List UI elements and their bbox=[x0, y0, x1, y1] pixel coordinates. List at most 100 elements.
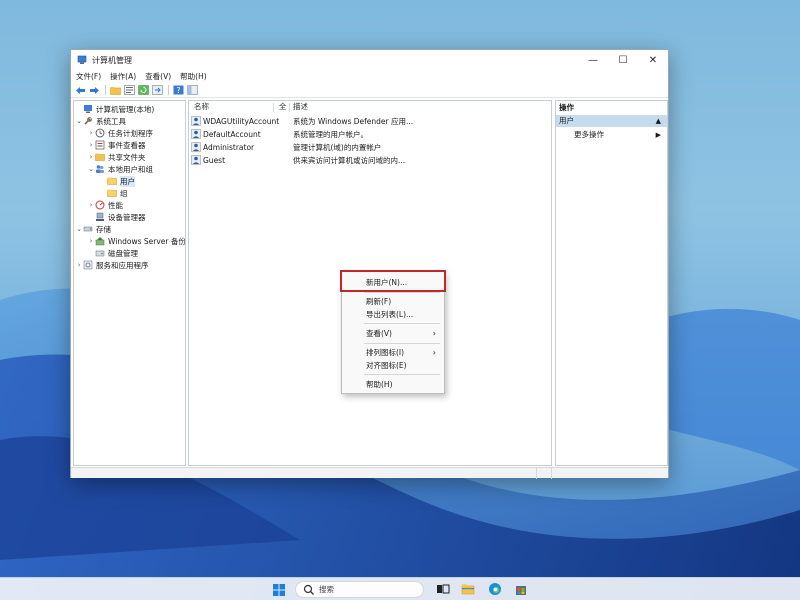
tree-item-performance[interactable]: › 性能 bbox=[87, 199, 123, 211]
help-icon[interactable]: ? bbox=[172, 85, 184, 96]
menu-item-view[interactable]: 查看(V) › bbox=[342, 327, 444, 340]
file-explorer-icon[interactable] bbox=[461, 582, 475, 596]
menu-item-refresh[interactable]: 刷新(F) bbox=[342, 295, 444, 308]
column-header-full-name[interactable]: 全 bbox=[279, 101, 287, 113]
menu-item-help[interactable]: 帮助(H) bbox=[342, 378, 444, 391]
menu-bar: 文件(F) 操作(A) 查看(V) 帮助(H) bbox=[71, 70, 668, 83]
expand-chevron-icon[interactable]: › bbox=[87, 141, 95, 149]
actions-section-users[interactable]: 用户 ▲ bbox=[556, 115, 667, 127]
tree-item-services-apps[interactable]: › 服务和应用程序 bbox=[75, 259, 149, 271]
tree-label: 本地用户和组 bbox=[108, 164, 153, 174]
window-title: 计算机管理 bbox=[92, 55, 132, 65]
tree-item-shared-folders[interactable]: › 共享文件夹 bbox=[87, 151, 146, 163]
edge-icon[interactable] bbox=[488, 582, 502, 596]
table-row[interactable]: Administrator 管理计算机(域)的内置帐户 bbox=[189, 141, 551, 154]
tree-item-windows-server-backup[interactable]: › Windows Server 备份 bbox=[87, 235, 186, 247]
back-arrow-icon[interactable] bbox=[74, 85, 86, 96]
console-view-icon[interactable] bbox=[186, 85, 198, 96]
collapse-chevron-icon[interactable]: ⌄ bbox=[87, 165, 95, 173]
expand-chevron-icon[interactable]: › bbox=[87, 237, 95, 245]
table-row[interactable]: DefaultAccount 系统管理的用户帐户。 bbox=[189, 128, 551, 141]
column-header-description[interactable]: 描述 bbox=[293, 101, 308, 113]
expand-chevron-icon[interactable]: › bbox=[87, 153, 95, 161]
tree-item-storage[interactable]: ⌄ 存储 bbox=[75, 223, 111, 235]
properties-icon[interactable] bbox=[123, 85, 135, 96]
status-segment bbox=[536, 468, 537, 479]
toolbar: ? bbox=[71, 83, 668, 98]
collapse-triangle-icon[interactable]: ▲ bbox=[656, 115, 661, 127]
table-row[interactable]: WDAGUtilityAccount 系统为 Windows Defender … bbox=[189, 115, 551, 128]
tree-label: 设备管理器 bbox=[108, 212, 146, 222]
actions-header: 操作 bbox=[559, 103, 574, 112]
tree-item-groups[interactable]: 组 bbox=[99, 187, 128, 199]
forward-arrow-icon[interactable] bbox=[88, 85, 100, 96]
user-name: WDAGUtilityAccount bbox=[203, 117, 280, 126]
menu-item-arrange-icons[interactable]: 排列图标(I) › bbox=[342, 346, 444, 359]
user-name: DefaultAccount bbox=[203, 130, 261, 139]
tree-item-users[interactable]: 用户 bbox=[99, 175, 135, 187]
tree-item-device-manager[interactable]: 设备管理器 bbox=[87, 211, 146, 223]
menu-separator bbox=[364, 323, 440, 324]
user-description: 系统管理的用户帐户。 bbox=[293, 130, 368, 139]
folder-up-icon[interactable] bbox=[109, 85, 121, 96]
submenu-arrow-icon: › bbox=[432, 348, 436, 357]
tree-label: 磁盘管理 bbox=[108, 248, 138, 258]
tree-item-task-scheduler[interactable]: › 任务计划程序 bbox=[87, 127, 153, 139]
actions-pane: 操作 用户 ▲ 更多操作 ▶ bbox=[555, 100, 668, 466]
device-manager-icon bbox=[96, 212, 104, 221]
tree-label: Windows Server 备份 bbox=[108, 236, 186, 246]
taskbar-search-box[interactable]: 搜索 bbox=[295, 581, 424, 598]
services-icon bbox=[83, 260, 93, 270]
refresh-icon[interactable] bbox=[137, 85, 149, 96]
computer-management-window: 计算机管理 — ☐ ✕ 文件(F) 操作(A) 查看(V) 帮助(H) ? 计算… bbox=[70, 49, 669, 479]
tree-label: 用户 bbox=[120, 175, 135, 187]
tree-label: 存储 bbox=[96, 224, 111, 234]
export-list-icon[interactable] bbox=[151, 85, 163, 96]
column-header-name[interactable]: 名称 bbox=[194, 101, 209, 113]
performance-icon bbox=[95, 200, 105, 210]
user-description: 管理计算机(域)的内置帐户 bbox=[293, 143, 382, 152]
expand-chevron-icon[interactable]: › bbox=[87, 129, 95, 137]
column-separator bbox=[273, 103, 274, 112]
users-group-icon bbox=[96, 165, 104, 173]
collapse-chevron-icon[interactable]: ⌄ bbox=[75, 225, 83, 233]
menu-item-export-list[interactable]: 导出列表(L)... bbox=[342, 308, 444, 321]
storage-icon bbox=[83, 226, 93, 232]
tree-item-event-viewer[interactable]: › 事件查看器 bbox=[87, 139, 146, 151]
user-icon bbox=[191, 116, 201, 126]
menu-view[interactable]: 查看(V) bbox=[145, 70, 171, 83]
maximize-button[interactable]: ☐ bbox=[608, 50, 638, 70]
taskbar: 搜索 bbox=[0, 577, 800, 600]
tree-label: 服务和应用程序 bbox=[96, 260, 149, 270]
task-view-icon[interactable] bbox=[436, 582, 450, 596]
more-actions-item[interactable]: 更多操作 ▶ bbox=[556, 129, 667, 141]
menu-file[interactable]: 文件(F) bbox=[76, 70, 101, 83]
table-row[interactable]: Guest 供来宾访问计算机或访问域的内... bbox=[189, 154, 551, 167]
computer-management-icon bbox=[84, 105, 92, 113]
menu-separator bbox=[364, 343, 440, 344]
start-icon[interactable] bbox=[273, 584, 285, 596]
disk-icon bbox=[95, 250, 105, 257]
tree-item-system-tools[interactable]: ⌄ 系统工具 bbox=[75, 115, 126, 127]
shared-folder-icon bbox=[95, 153, 105, 161]
store-icon[interactable] bbox=[514, 582, 528, 596]
expand-chevron-icon[interactable]: › bbox=[87, 201, 95, 209]
menu-separator bbox=[364, 292, 440, 293]
event-log-icon bbox=[95, 140, 105, 150]
tree-item-computer-management[interactable]: 计算机管理(本地) bbox=[75, 103, 154, 115]
tree-item-disk-management[interactable]: 磁盘管理 bbox=[87, 247, 138, 259]
expand-chevron-icon[interactable]: › bbox=[75, 261, 83, 269]
close-button[interactable]: ✕ bbox=[638, 50, 668, 70]
user-icon bbox=[191, 155, 201, 165]
menu-action[interactable]: 操作(A) bbox=[110, 70, 136, 83]
menu-item-line-up-icons[interactable]: 对齐图标(E) bbox=[342, 359, 444, 372]
menu-help[interactable]: 帮助(H) bbox=[180, 70, 207, 83]
collapse-chevron-icon[interactable]: ⌄ bbox=[75, 117, 83, 125]
user-icon bbox=[191, 142, 201, 152]
menu-item-label: 查看(V) bbox=[366, 329, 392, 338]
minimize-button[interactable]: — bbox=[578, 50, 608, 70]
svg-text:?: ? bbox=[176, 86, 180, 95]
tree-label: 性能 bbox=[108, 200, 123, 210]
title-bar[interactable]: 计算机管理 — ☐ ✕ bbox=[71, 50, 668, 70]
tree-item-local-users-groups[interactable]: ⌄ 本地用户和组 bbox=[87, 163, 153, 175]
